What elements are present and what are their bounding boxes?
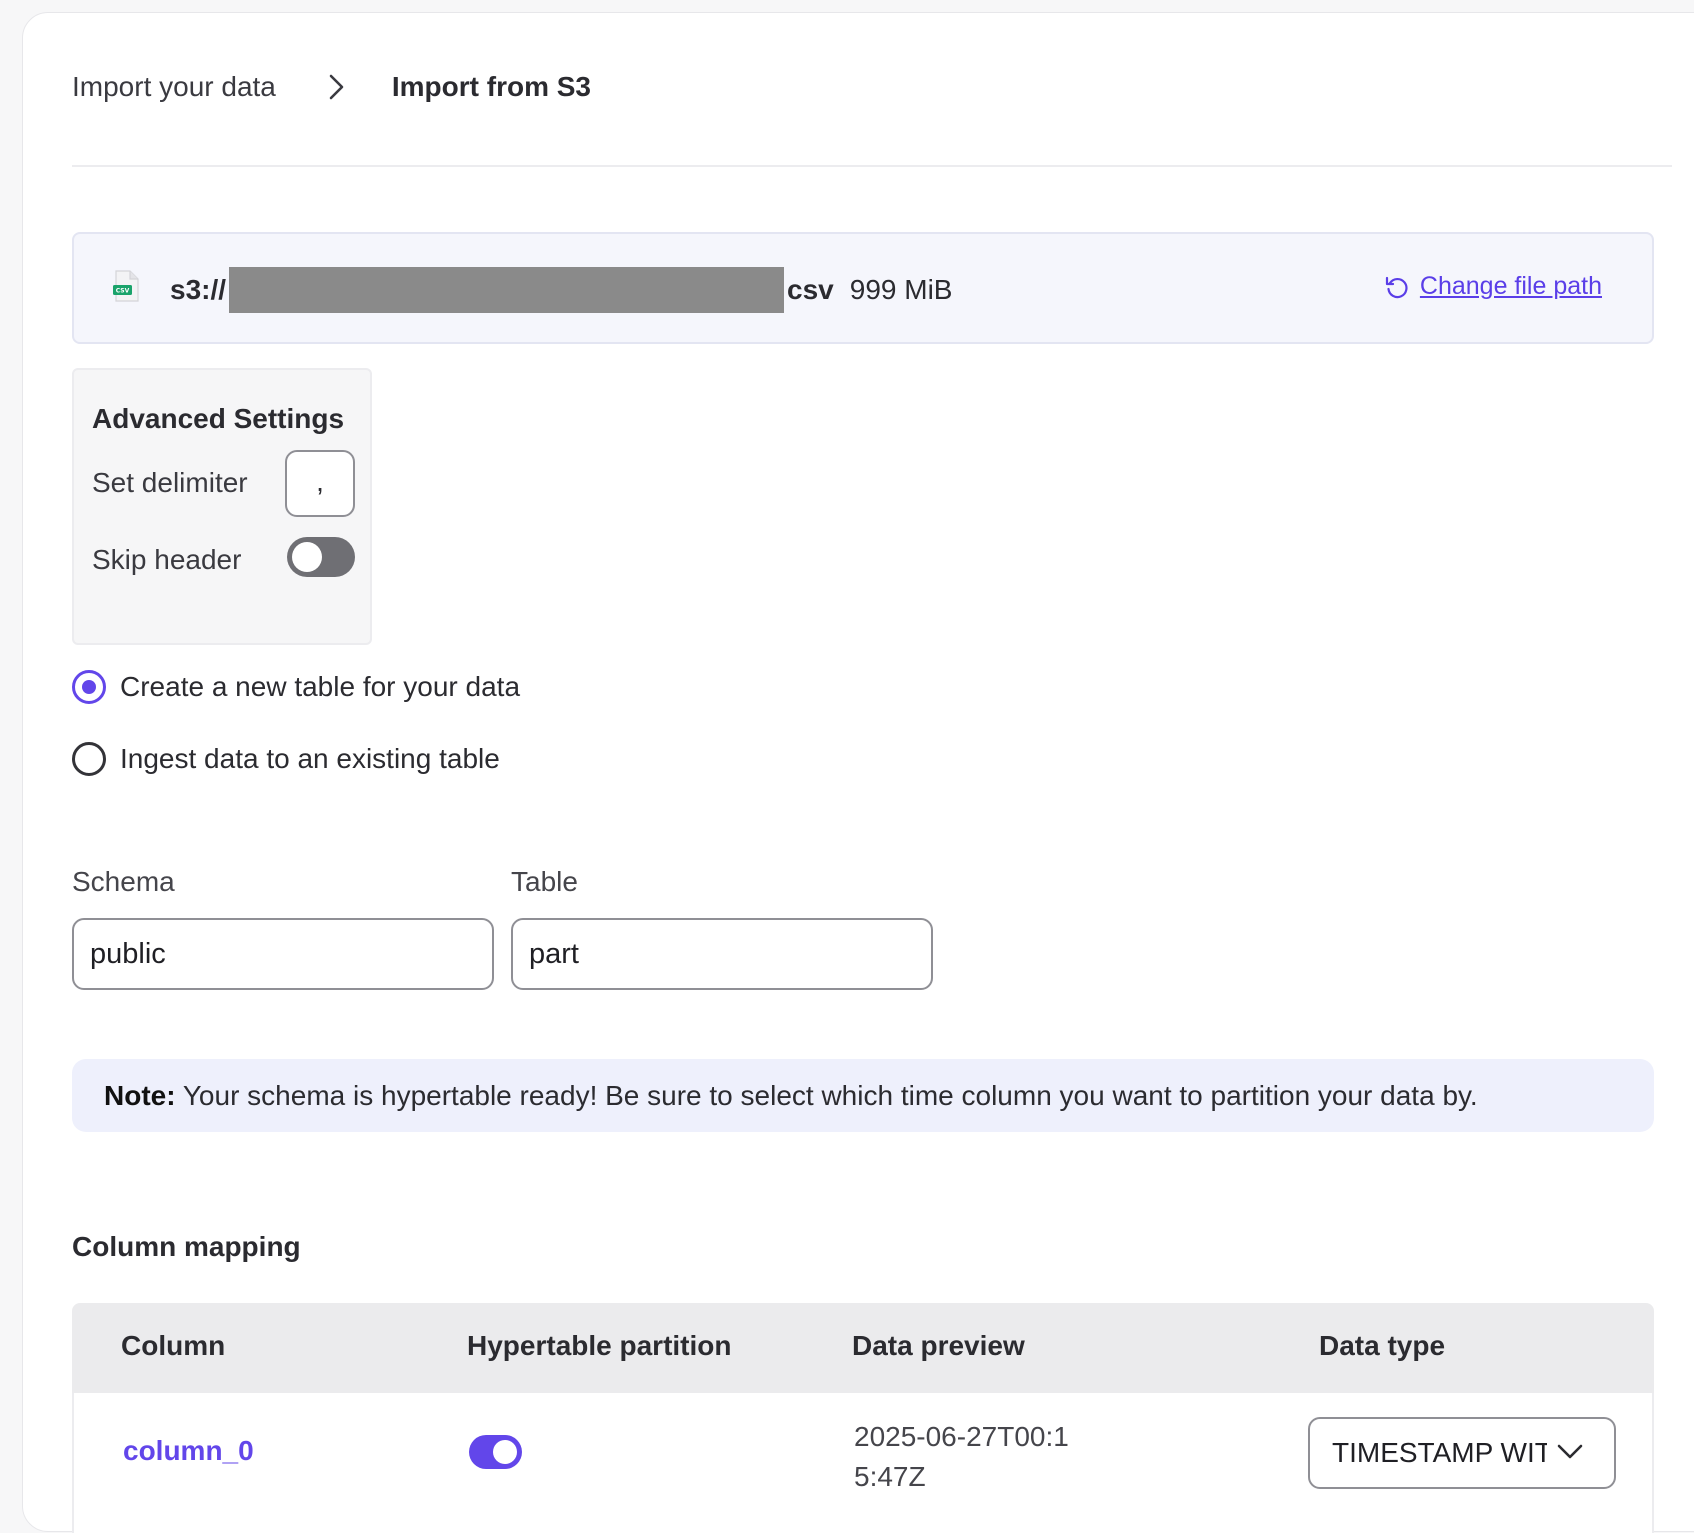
column-mapping-header: Column Hypertable partition Data preview…	[72, 1303, 1654, 1393]
csv-file-icon: CSV	[113, 270, 139, 302]
schema-input[interactable]: public	[72, 918, 494, 990]
schema-label: Schema	[72, 866, 175, 897]
header-column: Column	[121, 1330, 226, 1361]
delimiter-label: Set delimiter	[92, 467, 248, 498]
radio-ingest-existing-table-label: Ingest data to an existing table	[120, 743, 500, 774]
data-type-value: TIMESTAMP WITH TIME ZONE	[1332, 1437, 1547, 1468]
column-mapping-title: Column mapping	[72, 1231, 301, 1262]
change-file-path-label: Change file path	[1419, 272, 1602, 300]
breadcrumb-import-your-data[interactable]: Import your data	[72, 71, 276, 103]
note-prefix: Note:	[104, 1080, 176, 1111]
file-path-suffix: csv	[787, 274, 834, 305]
change-file-path-link[interactable]: Change file path	[1384, 272, 1602, 301]
undo-icon	[1385, 276, 1408, 298]
redacted-path-segment	[229, 267, 785, 313]
hypertable-note: Note: Your schema is hypertable ready! B…	[72, 1059, 1654, 1132]
import-card: Import your data Import from S3 CSV s3:/…	[22, 12, 1694, 1533]
toggle-knob	[292, 542, 322, 572]
skip-header-toggle[interactable]	[287, 537, 355, 577]
breadcrumb-current: Import from S3	[391, 71, 592, 102]
radio-create-new-table-label: Create a new table for your data	[120, 671, 521, 702]
advanced-settings-title: Advanced Settings	[92, 403, 345, 434]
file-path: s3:// csv 999 MiB	[170, 267, 953, 313]
note-text: Your schema is hypertable ready! Be sure…	[175, 1080, 1478, 1111]
skip-header-label: Skip header	[92, 544, 242, 575]
table-input[interactable]: part	[511, 918, 933, 990]
radio-button-unselected[interactable]	[72, 742, 106, 776]
delimiter-input[interactable]: ,	[285, 450, 355, 517]
radio-button-selected[interactable]	[72, 670, 106, 704]
table-label: Table	[511, 866, 578, 897]
svg-text:CSV: CSV	[116, 288, 130, 295]
header-hypertable-partition: Hypertable partition	[467, 1330, 732, 1361]
radio-create-new-table[interactable]: Create a new table for your data	[72, 670, 520, 704]
header-data-type: Data type	[1319, 1330, 1446, 1361]
radio-ingest-existing-table[interactable]: Ingest data to an existing table	[72, 742, 500, 776]
file-size: 999 MiB	[849, 274, 953, 305]
advanced-settings-panel: Advanced Settings Set delimiter , Skip h…	[72, 368, 372, 645]
file-bar: CSV s3:// csv 999 MiB Change file path	[72, 232, 1654, 344]
data-preview-value: 2025-06-27T00:15:47Z	[854, 1421, 1069, 1492]
chevron-down-icon	[1557, 1444, 1583, 1459]
header-data-preview: Data preview	[852, 1330, 1025, 1361]
file-path-prefix: s3://	[170, 274, 227, 305]
divider	[72, 165, 1672, 167]
data-type-select[interactable]: TIMESTAMP WITH TIME ZONE	[1308, 1417, 1616, 1489]
column-name: column_0	[123, 1435, 254, 1466]
table-row: column_0 2025-06-27T00:15:47Z TIMESTAMP …	[72, 1393, 1654, 1533]
breadcrumb: Import your data Import from S3	[72, 71, 591, 103]
chevron-right-icon	[329, 74, 344, 100]
hypertable-partition-toggle[interactable]	[469, 1435, 522, 1469]
toggle-knob	[493, 1440, 517, 1464]
